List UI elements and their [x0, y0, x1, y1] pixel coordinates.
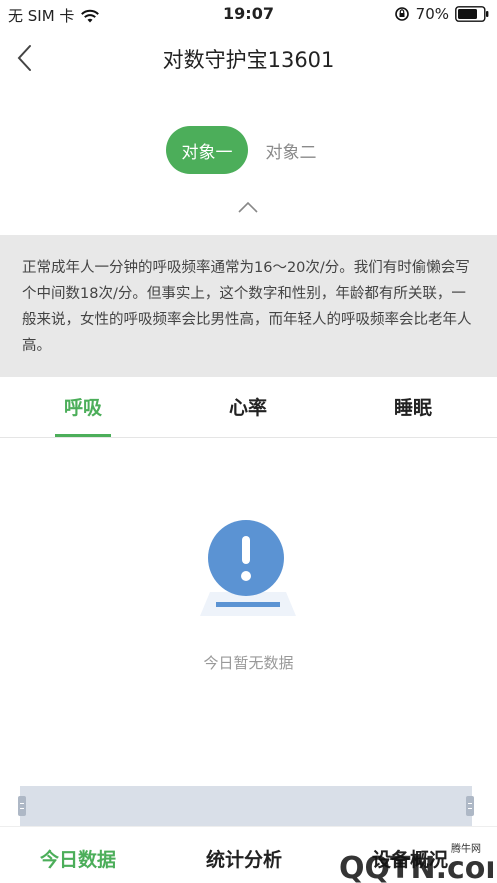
- battery-percent: 70%: [415, 5, 449, 23]
- rotation-lock-icon: [394, 7, 409, 21]
- page-title: 对数守护宝13601: [162, 48, 335, 72]
- tab-statistics[interactable]: 统计分析: [206, 845, 282, 872]
- tab-today-data[interactable]: 今日数据: [40, 845, 116, 872]
- subject-tabs: 对象一 对象二: [0, 126, 497, 174]
- chevron-up-icon[interactable]: [236, 200, 260, 214]
- range-handle-right[interactable]: [466, 796, 474, 816]
- bottom-tab-bar: 今日数据 统计分析 设备概况: [0, 826, 497, 883]
- active-tab-indicator: [55, 434, 111, 437]
- info-text: 正常成年人一分钟的呼吸频率通常为16～20次/分。我们有时偷懒会写个中间数18次…: [22, 260, 472, 354]
- battery-icon: [455, 6, 489, 22]
- tab-breathing[interactable]: 呼吸: [43, 393, 123, 420]
- info-panel: 正常成年人一分钟的呼吸频率通常为16～20次/分。我们有时偷懒会写个中间数18次…: [0, 235, 497, 377]
- tab-sleep[interactable]: 睡眠: [373, 393, 453, 420]
- tab-heart-rate[interactable]: 心率: [208, 393, 288, 420]
- metric-tabs: 呼吸 心率 睡眠: [0, 377, 497, 438]
- range-handle-left[interactable]: [18, 796, 26, 816]
- status-bar: 无 SIM 卡 19:07 70%: [0, 0, 497, 30]
- tab-subject-two[interactable]: 对象二: [256, 126, 326, 174]
- tab-subject-one[interactable]: 对象一: [166, 126, 248, 174]
- status-right: 70%: [394, 5, 489, 23]
- no-data-alert-icon: [200, 520, 296, 616]
- nav-bar: 对数守护宝13601: [0, 30, 497, 86]
- tab-device-overview[interactable]: 设备概况: [372, 845, 448, 872]
- date-range-strip[interactable]: [18, 786, 474, 826]
- empty-state-text: 今日暂无数据: [203, 654, 294, 672]
